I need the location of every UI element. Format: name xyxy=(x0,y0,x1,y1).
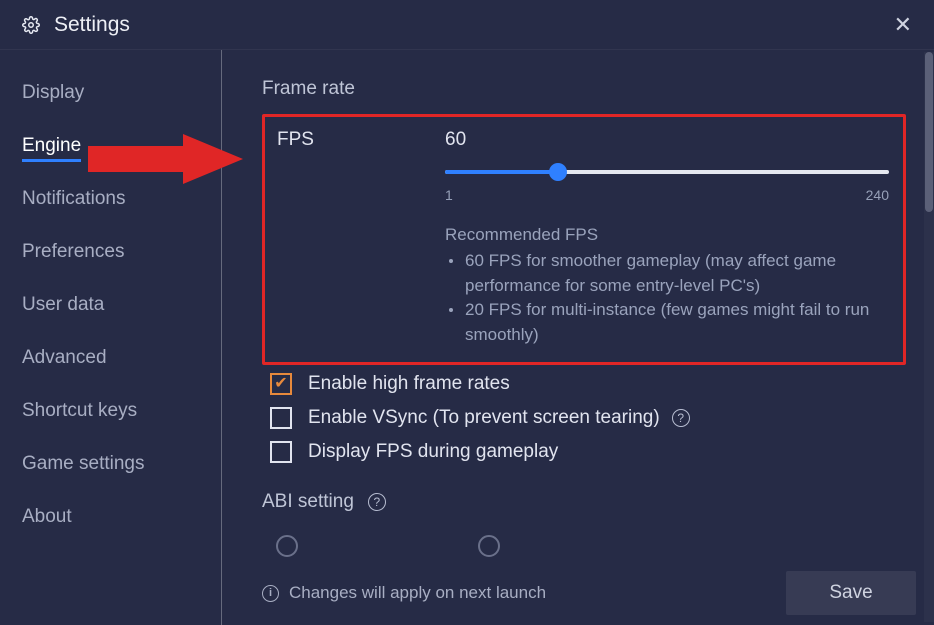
sidebar: Display Engine Notifications Preferences… xyxy=(0,50,222,625)
check-label: Enable high frame rates xyxy=(308,373,510,395)
sidebar-item-userdata[interactable]: User data xyxy=(22,294,104,316)
check-label: Display FPS during gameplay xyxy=(308,441,558,463)
footer: i Changes will apply on next launch Save xyxy=(262,563,916,615)
main-panel: Frame rate FPS 60 1 240 Recommended FPS xyxy=(222,50,934,625)
sidebar-item-about[interactable]: About xyxy=(22,506,72,528)
checkbox-icon xyxy=(270,407,292,429)
scrollbar[interactable] xyxy=(924,52,934,622)
slider-max: 240 xyxy=(866,187,889,203)
abi-setting-title: ABI setting ? xyxy=(262,491,906,513)
footer-info: i Changes will apply on next launch xyxy=(262,583,546,603)
fps-label: FPS xyxy=(277,129,445,348)
header-bar: Settings ✕ xyxy=(0,0,934,50)
recommended-list: 60 FPS for smoother gameplay (may affect… xyxy=(445,249,889,348)
check-high-frame-rates[interactable]: ✔ Enable high frame rates xyxy=(270,373,906,395)
content-area: Display Engine Notifications Preferences… xyxy=(0,50,934,625)
sidebar-item-gamesettings[interactable]: Game settings xyxy=(22,453,145,475)
abi-radio-row xyxy=(276,535,906,557)
settings-title: Settings xyxy=(54,13,130,37)
info-icon: i xyxy=(262,585,279,602)
sidebar-item-notifications[interactable]: Notifications xyxy=(22,188,126,210)
checkbox-icon: ✔ xyxy=(270,373,292,395)
radio-option[interactable] xyxy=(478,535,500,557)
help-icon[interactable]: ? xyxy=(368,493,386,511)
save-button[interactable]: Save xyxy=(786,571,916,615)
recommended-title: Recommended FPS xyxy=(445,225,889,245)
check-icon: ✔ xyxy=(274,376,287,392)
fps-slider[interactable]: 1 240 xyxy=(445,163,889,181)
recommended-item: 20 FPS for multi-instance (few games mig… xyxy=(465,298,889,347)
sidebar-item-shortcut[interactable]: Shortcut keys xyxy=(22,400,137,422)
gear-icon xyxy=(22,16,40,34)
checkbox-icon xyxy=(270,441,292,463)
sidebar-item-advanced[interactable]: Advanced xyxy=(22,347,107,369)
sidebar-item-preferences[interactable]: Preferences xyxy=(22,241,124,263)
check-vsync[interactable]: Enable VSync (To prevent screen tearing)… xyxy=(270,407,906,429)
sidebar-item-engine[interactable]: Engine xyxy=(22,135,81,157)
section-frame-rate: Frame rate xyxy=(262,78,906,100)
slider-min: 1 xyxy=(445,187,453,203)
fps-highlight-box: FPS 60 1 240 Recommended FPS 60 FPS for … xyxy=(262,114,906,365)
recommended-item: 60 FPS for smoother gameplay (may affect… xyxy=(465,249,889,298)
help-icon[interactable]: ? xyxy=(672,409,690,427)
check-display-fps[interactable]: Display FPS during gameplay xyxy=(270,441,906,463)
sidebar-item-display[interactable]: Display xyxy=(22,82,84,104)
slider-thumb[interactable] xyxy=(549,163,567,181)
radio-option[interactable] xyxy=(276,535,298,557)
scrollbar-thumb[interactable] xyxy=(925,52,933,212)
fps-value: 60 xyxy=(445,129,889,151)
check-label: Enable VSync (To prevent screen tearing) xyxy=(308,407,660,429)
close-icon[interactable]: ✕ xyxy=(894,14,912,36)
slider-fill xyxy=(445,170,558,174)
